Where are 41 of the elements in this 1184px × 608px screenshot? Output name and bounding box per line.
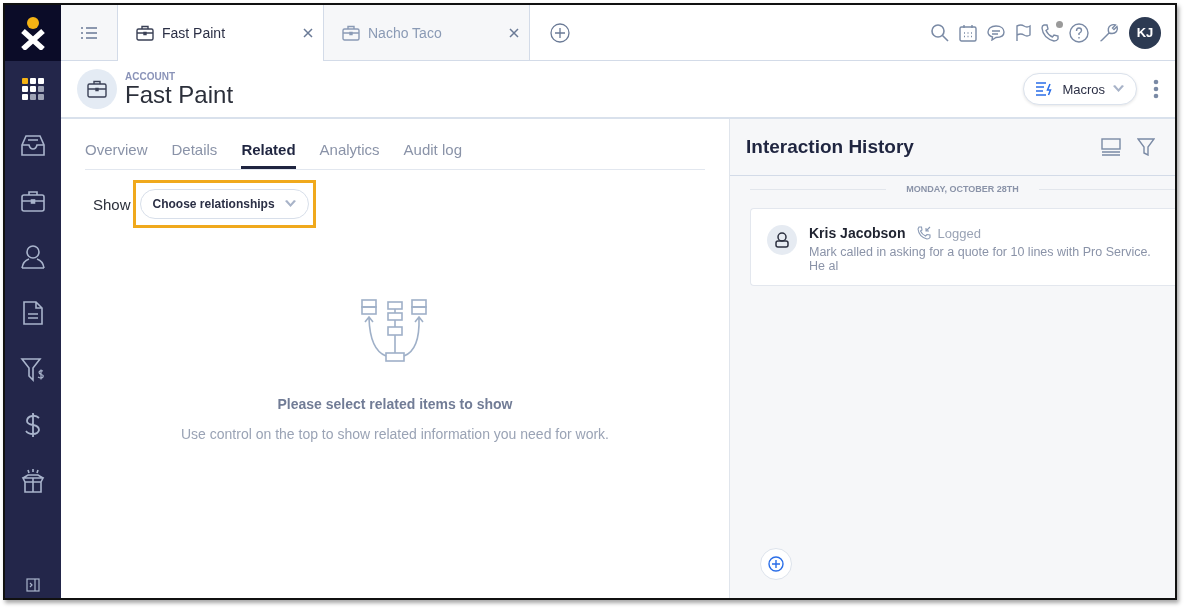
chevron-down-icon bbox=[284, 200, 296, 208]
add-icon bbox=[768, 556, 784, 572]
relationships-dropdown[interactable]: Choose relationships bbox=[139, 189, 309, 219]
briefcase-icon bbox=[87, 80, 107, 98]
panel-title: Interaction History bbox=[746, 136, 914, 158]
date-divider: MONDAY, OCTOBER 28TH bbox=[906, 184, 1019, 194]
close-icon[interactable] bbox=[509, 27, 519, 38]
briefcase-icon bbox=[136, 25, 154, 41]
filter-icon[interactable] bbox=[1137, 138, 1155, 156]
detail-tab[interactable]: Related bbox=[241, 141, 296, 169]
incoming-call-icon bbox=[917, 226, 932, 240]
wrench-icon[interactable] bbox=[1099, 22, 1119, 43]
tab-label: Fast Paint bbox=[162, 25, 227, 41]
chat-icon[interactable] bbox=[987, 24, 1005, 41]
status-label: Logged bbox=[937, 225, 981, 241]
interaction-summary: Mark called in asking for a quote for 10 lines with Pro Service. He al bbox=[809, 245, 1152, 273]
record-type-label: ACCOUNT bbox=[125, 70, 176, 82]
tab-label: Nacho Taco bbox=[368, 24, 443, 41]
chevron-down-icon bbox=[1113, 85, 1124, 93]
add-interaction-button[interactable] bbox=[760, 548, 792, 580]
record-title: Fast Paint bbox=[125, 81, 234, 108]
search-icon[interactable] bbox=[931, 23, 949, 42]
close-icon[interactable] bbox=[303, 28, 313, 38]
macros-button[interactable]: Macros bbox=[1023, 73, 1137, 105]
flag-icon[interactable] bbox=[1015, 23, 1031, 42]
briefcase-icon bbox=[342, 24, 360, 41]
interaction-card[interactable]: Kris Jacobson Logged Mark called in asking for a quote for 10 lines with Pro Service. He al bbox=[750, 208, 1175, 286]
add-tab-icon[interactable] bbox=[550, 22, 570, 43]
empty-state-title: Please select related items to show bbox=[277, 396, 513, 412]
empty-state-message: Use control on the top to show related information you need for work. bbox=[181, 426, 609, 442]
list-menu-icon[interactable] bbox=[81, 26, 97, 39]
more-options-icon[interactable] bbox=[1153, 79, 1159, 99]
user-avatar[interactable]: KJ bbox=[1129, 16, 1161, 49]
help-icon[interactable] bbox=[1069, 22, 1089, 43]
calendar-icon[interactable] bbox=[959, 23, 977, 42]
record-tab[interactable]: Fast Paint bbox=[118, 5, 324, 61]
expand-sidebar-icon[interactable] bbox=[26, 578, 40, 592]
layout-view-icon[interactable] bbox=[1101, 138, 1121, 156]
show-label: Show bbox=[93, 195, 131, 213]
person-icon bbox=[775, 232, 789, 248]
contact-name: Kris Jacobson bbox=[809, 225, 906, 241]
